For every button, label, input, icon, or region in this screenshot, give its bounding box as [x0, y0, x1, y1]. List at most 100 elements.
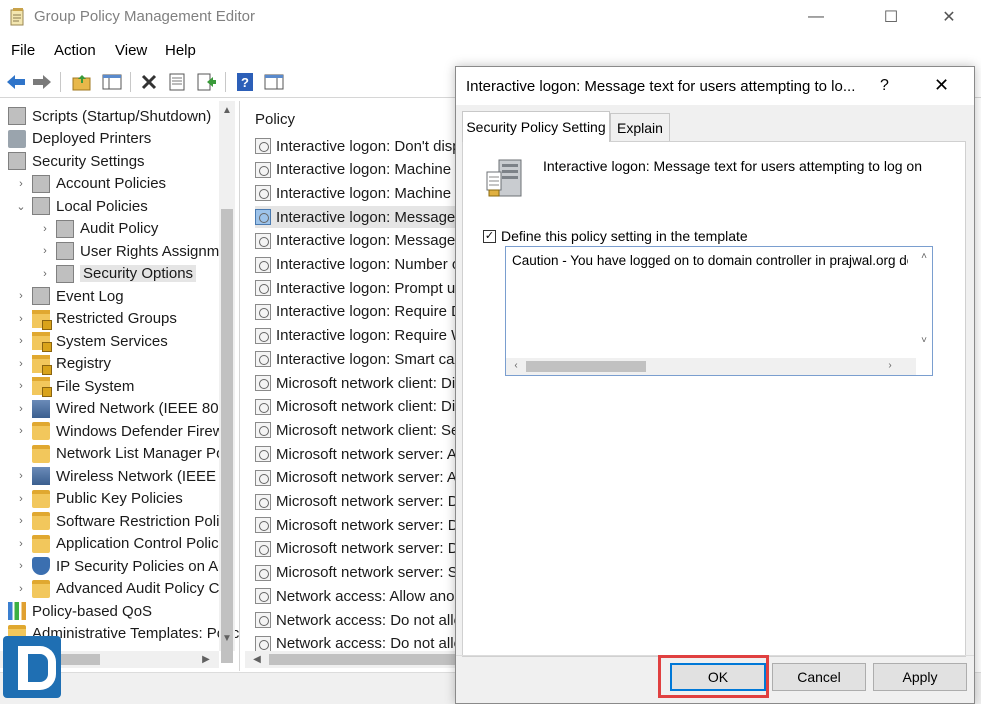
- policy-row[interactable]: Microsoft network server: Di: [255, 538, 457, 560]
- policy-row[interactable]: Microsoft network server: Di: [255, 491, 457, 513]
- tree-item[interactable]: › Wired Network (IEEE 802: [14, 398, 227, 420]
- define-setting-checkbox-row[interactable]: ✓ Define this policy setting in the temp…: [483, 228, 748, 244]
- chevron-right-icon[interactable]: ›: [14, 403, 28, 415]
- chevron-right-icon[interactable]: ›: [38, 223, 52, 235]
- scroll-up-arrow-icon[interactable]: ▲: [219, 105, 235, 116]
- chevron-right-icon[interactable]: ›: [14, 583, 28, 595]
- tree-item[interactable]: › Windows Defender Firew: [14, 420, 224, 442]
- define-setting-checkbox[interactable]: ✓: [483, 229, 496, 243]
- scroll-up-arrow-icon[interactable]: ˄: [916, 251, 932, 262]
- chevron-down-icon[interactable]: ⌄: [14, 200, 28, 213]
- tree-item[interactable]: › Account Policies: [14, 173, 166, 195]
- chevron-right-icon[interactable]: ›: [14, 290, 28, 302]
- chevron-right-icon[interactable]: ›: [14, 425, 28, 437]
- up-folder-icon[interactable]: [70, 70, 94, 94]
- maximize-button[interactable]: ☐: [868, 0, 914, 34]
- policy-row[interactable]: Microsoft network server: Di: [255, 514, 457, 536]
- show-hide-tree-icon[interactable]: [100, 70, 124, 94]
- export-list-icon[interactable]: [195, 70, 219, 94]
- tree-item[interactable]: › Application Control Polic: [14, 533, 219, 555]
- show-action-pane-icon[interactable]: [262, 70, 286, 94]
- help-icon[interactable]: ?: [233, 70, 257, 94]
- policy-row[interactable]: Microsoft network server: Ar: [255, 443, 457, 465]
- chevron-right-icon[interactable]: ›: [38, 268, 52, 280]
- tree-item[interactable]: › Software Restriction Polic: [14, 510, 227, 532]
- policy-row[interactable]: Network access: Allow anony: [255, 585, 457, 607]
- policy-row[interactable]: Microsoft network server: At: [255, 467, 457, 489]
- chevron-right-icon[interactable]: ›: [14, 538, 28, 550]
- policy-row[interactable]: Interactive logon: Require W: [255, 325, 457, 347]
- tree-item[interactable]: Security Settings: [8, 150, 145, 172]
- tree-item[interactable]: › Wireless Network (IEEE 8: [14, 465, 229, 487]
- help-question-icon[interactable]: ?: [880, 77, 889, 95]
- policy-row[interactable]: Interactive logon: Don't disp: [255, 135, 457, 157]
- text-vertical-scrollbar[interactable]: ˄ ˅: [916, 247, 932, 358]
- policy-list[interactable]: Policy Interactive logon: Don't disp Inte…: [245, 101, 457, 671]
- tree-item[interactable]: › User Rights Assignme: [38, 240, 228, 262]
- policy-row[interactable]: Interactive logon: Machine i: [255, 182, 457, 204]
- tree-item[interactable]: › Advanced Audit Policy Co: [14, 578, 228, 600]
- delete-icon[interactable]: [137, 70, 161, 94]
- policy-row[interactable]: Microsoft network server: Se: [255, 562, 457, 584]
- policy-row[interactable]: Interactive logon: Number o: [255, 254, 457, 276]
- tree-vertical-scrollbar[interactable]: ▲ ▼: [219, 101, 235, 663]
- policy-row[interactable]: Interactive logon: Prompt us: [255, 277, 457, 299]
- policy-row[interactable]: Network access: Do not allo: [255, 609, 457, 631]
- scroll-left-arrow-icon[interactable]: ‹: [508, 360, 524, 371]
- policy-row[interactable]: Interactive logon: Require D: [255, 301, 457, 323]
- policy-column-header[interactable]: Policy: [255, 111, 295, 128]
- tab-explain[interactable]: Explain: [610, 113, 670, 141]
- scroll-right-arrow-icon[interactable]: ▶: [198, 654, 214, 665]
- policy-row[interactable]: Microsoft network client: Dig: [255, 372, 457, 394]
- scroll-right-arrow-icon[interactable]: ›: [882, 360, 898, 371]
- apply-button[interactable]: Apply: [873, 663, 967, 691]
- cancel-button[interactable]: Cancel: [772, 663, 866, 691]
- chevron-right-icon[interactable]: ›: [14, 313, 28, 325]
- policy-row[interactable]: Microsoft network client: Dig: [255, 396, 457, 418]
- tree-item[interactable]: Scripts (Startup/Shutdown): [8, 105, 211, 127]
- tree-item[interactable]: Policy-based QoS: [8, 600, 152, 622]
- tree-scroll-thumb[interactable]: [221, 209, 233, 663]
- scroll-left-arrow-icon[interactable]: ◀: [249, 654, 265, 665]
- list-hscroll-thumb[interactable]: [269, 654, 455, 665]
- close-button[interactable]: ✕: [926, 0, 972, 34]
- chevron-right-icon[interactable]: ›: [14, 178, 28, 190]
- properties-icon[interactable]: [165, 70, 189, 94]
- scroll-down-arrow-icon[interactable]: ˅: [916, 335, 932, 346]
- tree-item[interactable]: Deployed Printers: [8, 128, 151, 150]
- tree-item[interactable]: › Restricted Groups: [14, 308, 177, 330]
- chevron-right-icon[interactable]: ›: [14, 335, 28, 347]
- tree-item[interactable]: › Security Options: [38, 263, 197, 285]
- tree-item[interactable]: › Audit Policy: [38, 218, 158, 240]
- menu-view[interactable]: View: [115, 42, 147, 59]
- chevron-right-icon[interactable]: ›: [14, 515, 28, 527]
- tree-item[interactable]: › Event Log: [14, 285, 124, 307]
- menu-help[interactable]: Help: [165, 42, 196, 59]
- tree-item[interactable]: › System Services: [14, 330, 168, 352]
- dialog-close-button[interactable]: ✕: [934, 75, 949, 96]
- forward-arrow-icon[interactable]: [30, 70, 54, 94]
- chevron-right-icon[interactable]: ›: [14, 470, 28, 482]
- message-text-value[interactable]: Caution - You have logged on to domain c…: [512, 253, 908, 268]
- scroll-down-arrow-icon[interactable]: ▼: [219, 633, 235, 644]
- policy-row[interactable]: Interactive logon: Smart card: [255, 348, 457, 370]
- chevron-right-icon[interactable]: ›: [14, 493, 28, 505]
- tree-item[interactable]: › Public Key Policies: [14, 488, 183, 510]
- menu-action[interactable]: Action: [54, 42, 96, 59]
- tree-item[interactable]: › File System: [14, 375, 134, 397]
- menu-file[interactable]: File: [11, 42, 35, 59]
- text-horizontal-scrollbar[interactable]: ‹ ›: [506, 358, 916, 375]
- tree-item[interactable]: › IP Security Policies on Ac: [14, 555, 226, 577]
- policy-row[interactable]: Microsoft network client: Se: [255, 419, 457, 441]
- policy-row[interactable]: Interactive logon: Message t: [255, 230, 457, 252]
- back-arrow-icon[interactable]: [4, 70, 28, 94]
- tree-item[interactable]: ⌄ Local Policies: [14, 195, 148, 217]
- chevron-right-icon[interactable]: ›: [14, 560, 28, 572]
- minimize-button[interactable]: —: [793, 0, 839, 34]
- console-tree[interactable]: Scripts (Startup/Shutdown) Deployed Print…: [0, 101, 240, 671]
- chevron-right-icon[interactable]: ›: [14, 358, 28, 370]
- list-horizontal-scrollbar[interactable]: ◀: [245, 651, 455, 668]
- message-text-input[interactable]: Caution - You have logged on to domain c…: [505, 246, 933, 376]
- tab-security-policy-setting[interactable]: Security Policy Setting: [462, 111, 610, 142]
- chevron-right-icon[interactable]: ›: [38, 245, 52, 257]
